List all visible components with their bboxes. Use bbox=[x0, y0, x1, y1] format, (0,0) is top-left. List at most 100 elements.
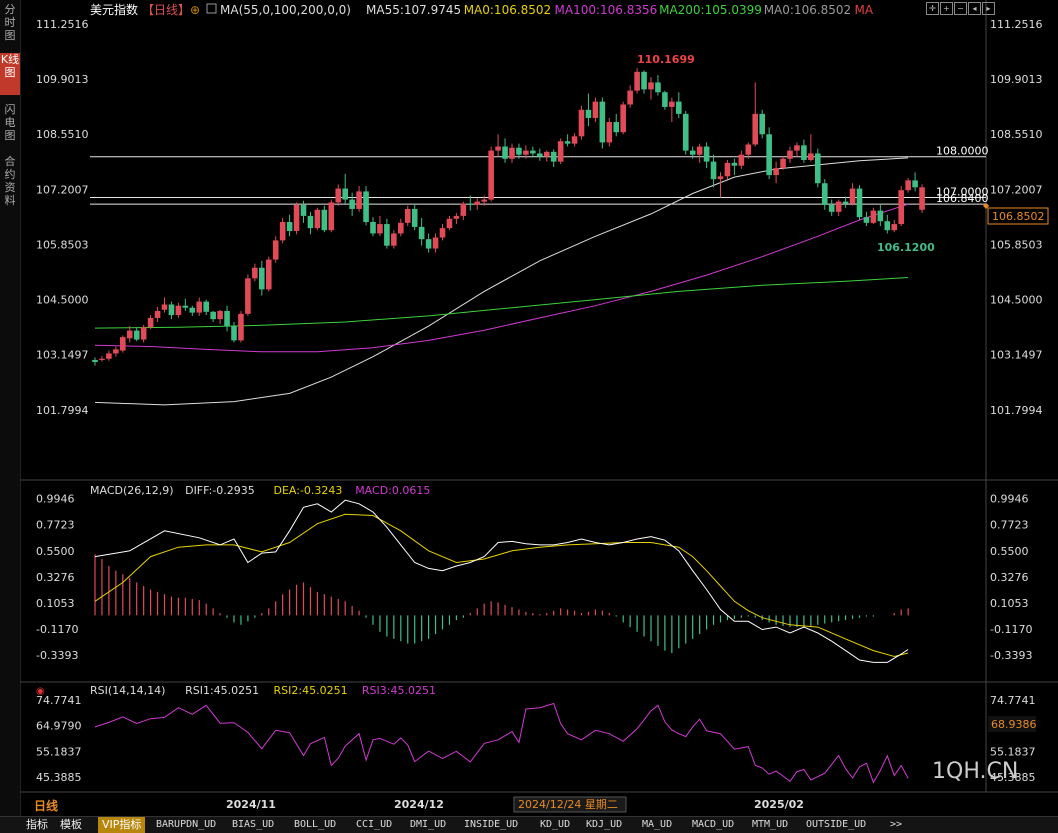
indicator-tab[interactable]: CCI_UD bbox=[356, 817, 392, 833]
candle-body bbox=[898, 190, 904, 224]
axes: 111.2516111.2516109.9013109.9013108.5510… bbox=[36, 18, 1043, 784]
rsi-panel bbox=[95, 704, 908, 783]
ma-legend-item: MA100:106.8356 bbox=[555, 3, 658, 17]
rsi-legend-item: RSI1:45.0251 bbox=[185, 684, 259, 697]
candle-body bbox=[301, 205, 307, 216]
macd-y-tick-left: -0.3393 bbox=[36, 649, 78, 662]
candle-body bbox=[544, 152, 550, 157]
indicator-tab[interactable]: INSIDE_UD bbox=[464, 817, 518, 833]
candle-body bbox=[669, 102, 675, 107]
candle-body bbox=[502, 147, 508, 159]
indicator-tab[interactable]: MACD_UD bbox=[692, 817, 734, 833]
candle-body bbox=[676, 102, 682, 114]
candle-body bbox=[134, 331, 140, 340]
candle-body bbox=[843, 202, 849, 204]
macd-legend-item: DEA:-0.3243 bbox=[274, 484, 343, 497]
candle-body bbox=[787, 151, 793, 159]
candle-body bbox=[530, 151, 536, 154]
indicator-tab[interactable]: >> bbox=[890, 817, 902, 833]
low-price-label: 106.1200 bbox=[877, 241, 935, 254]
candle-body bbox=[537, 153, 543, 156]
candle-body bbox=[231, 326, 237, 340]
macd-dea-line bbox=[95, 514, 908, 656]
candle-body bbox=[780, 159, 786, 168]
candle-body bbox=[363, 191, 369, 222]
indicator-tab[interactable]: OUTSIDE_UD bbox=[806, 817, 866, 833]
indicator-tab[interactable]: 模板 bbox=[60, 817, 82, 833]
candle-body bbox=[746, 144, 752, 154]
indicator-toggle-icon[interactable] bbox=[207, 4, 216, 13]
crosshair-tool-icon[interactable]: ✛ bbox=[926, 2, 939, 15]
candle-body bbox=[794, 145, 800, 150]
scroll-left-icon[interactable]: ◂ bbox=[968, 2, 981, 15]
rsi-line bbox=[95, 704, 908, 783]
candle-body bbox=[718, 176, 724, 179]
candle-body bbox=[294, 205, 300, 231]
scroll-right-icon[interactable]: ▸ bbox=[982, 2, 995, 15]
macd-y-tick-left: 0.3276 bbox=[36, 571, 75, 584]
indicator-tab[interactable]: 指标 bbox=[26, 817, 48, 833]
high-price-label: 110.1699 bbox=[637, 53, 695, 66]
candle-body bbox=[878, 211, 884, 222]
macd-legend-item: MACD(26,12,9) bbox=[90, 484, 174, 497]
zoom-out-icon[interactable]: − bbox=[954, 2, 967, 15]
candle-body bbox=[287, 222, 293, 231]
indicator-tab[interactable]: MTM_UD bbox=[752, 817, 788, 833]
price-y-tick: 107.2007 bbox=[990, 183, 1043, 196]
indicator-tab[interactable]: BARUPDN_UD bbox=[156, 817, 216, 833]
indicator-tab[interactable]: BIAS_UD bbox=[232, 817, 274, 833]
candle-body bbox=[836, 202, 842, 212]
macd-legend-item: DIFF:-0.2935 bbox=[185, 484, 255, 497]
candle-body bbox=[690, 151, 696, 155]
zoom-in-icon[interactable]: + bbox=[940, 2, 953, 15]
candle-body bbox=[815, 153, 821, 183]
grid-lines bbox=[20, 0, 1058, 792]
candle-body bbox=[342, 189, 348, 200]
candle-body bbox=[808, 153, 814, 160]
candle-body bbox=[308, 216, 314, 228]
candle-body bbox=[891, 224, 897, 230]
indicator-tab[interactable]: VIP指标 bbox=[98, 817, 145, 833]
rsi-y-tick: 74.7741 bbox=[990, 694, 1036, 707]
rsi-settings-icon[interactable]: ◉ bbox=[36, 686, 45, 697]
period-tag[interactable]: 【日线】 bbox=[142, 3, 190, 17]
indicator-tab[interactable]: MA_UD bbox=[642, 817, 672, 833]
indicator-tab[interactable]: BOLL_UD bbox=[294, 817, 336, 833]
candle-body bbox=[871, 211, 877, 223]
candle-body bbox=[349, 200, 355, 209]
indicator-tab[interactable]: KDJ_UD bbox=[586, 817, 622, 833]
x-date-1: 2024/11 bbox=[226, 798, 276, 811]
candle-body bbox=[759, 114, 765, 134]
support-line-label: 106.8400 bbox=[936, 192, 989, 205]
indicator-tab[interactable]: KD_UD bbox=[540, 817, 570, 833]
candle-body bbox=[454, 216, 460, 219]
candle-body bbox=[398, 223, 404, 234]
candle-body bbox=[99, 359, 105, 360]
price-y-tick-left: 101.7994 bbox=[36, 404, 89, 417]
macd-legend: MACD(26,12,9)DIFF:-0.2935DEA:-0.3243MACD… bbox=[90, 484, 430, 497]
candle-body bbox=[565, 141, 571, 143]
candle-body bbox=[224, 311, 230, 326]
macd-y-tick: 0.1053 bbox=[990, 597, 1029, 610]
indicator-tab[interactable]: DMI_UD bbox=[410, 817, 446, 833]
candle-body bbox=[607, 122, 613, 142]
candle-body bbox=[190, 308, 196, 313]
candle-body bbox=[850, 189, 856, 204]
candle-body bbox=[252, 268, 258, 279]
macd-y-tick-left: 0.9946 bbox=[36, 493, 75, 506]
candle-body bbox=[488, 151, 494, 200]
candle-body bbox=[711, 162, 717, 180]
rsi-y-tick-left: 64.9790 bbox=[36, 720, 82, 733]
candle-body bbox=[370, 222, 376, 233]
macd-y-tick: -0.3393 bbox=[990, 649, 1032, 662]
candle-body bbox=[127, 331, 133, 339]
x-date-crosshair: 2024/12/24 星期二 bbox=[518, 798, 618, 811]
candle-body bbox=[335, 189, 341, 203]
candle-body bbox=[468, 204, 474, 205]
candle-body bbox=[405, 209, 411, 223]
candle-body bbox=[857, 189, 863, 218]
candle-body bbox=[377, 224, 383, 233]
candle-body bbox=[474, 202, 480, 205]
settings-icon[interactable]: ⊕ bbox=[190, 3, 200, 17]
rsi-legend-item: RSI(14,14,14) bbox=[90, 684, 165, 697]
